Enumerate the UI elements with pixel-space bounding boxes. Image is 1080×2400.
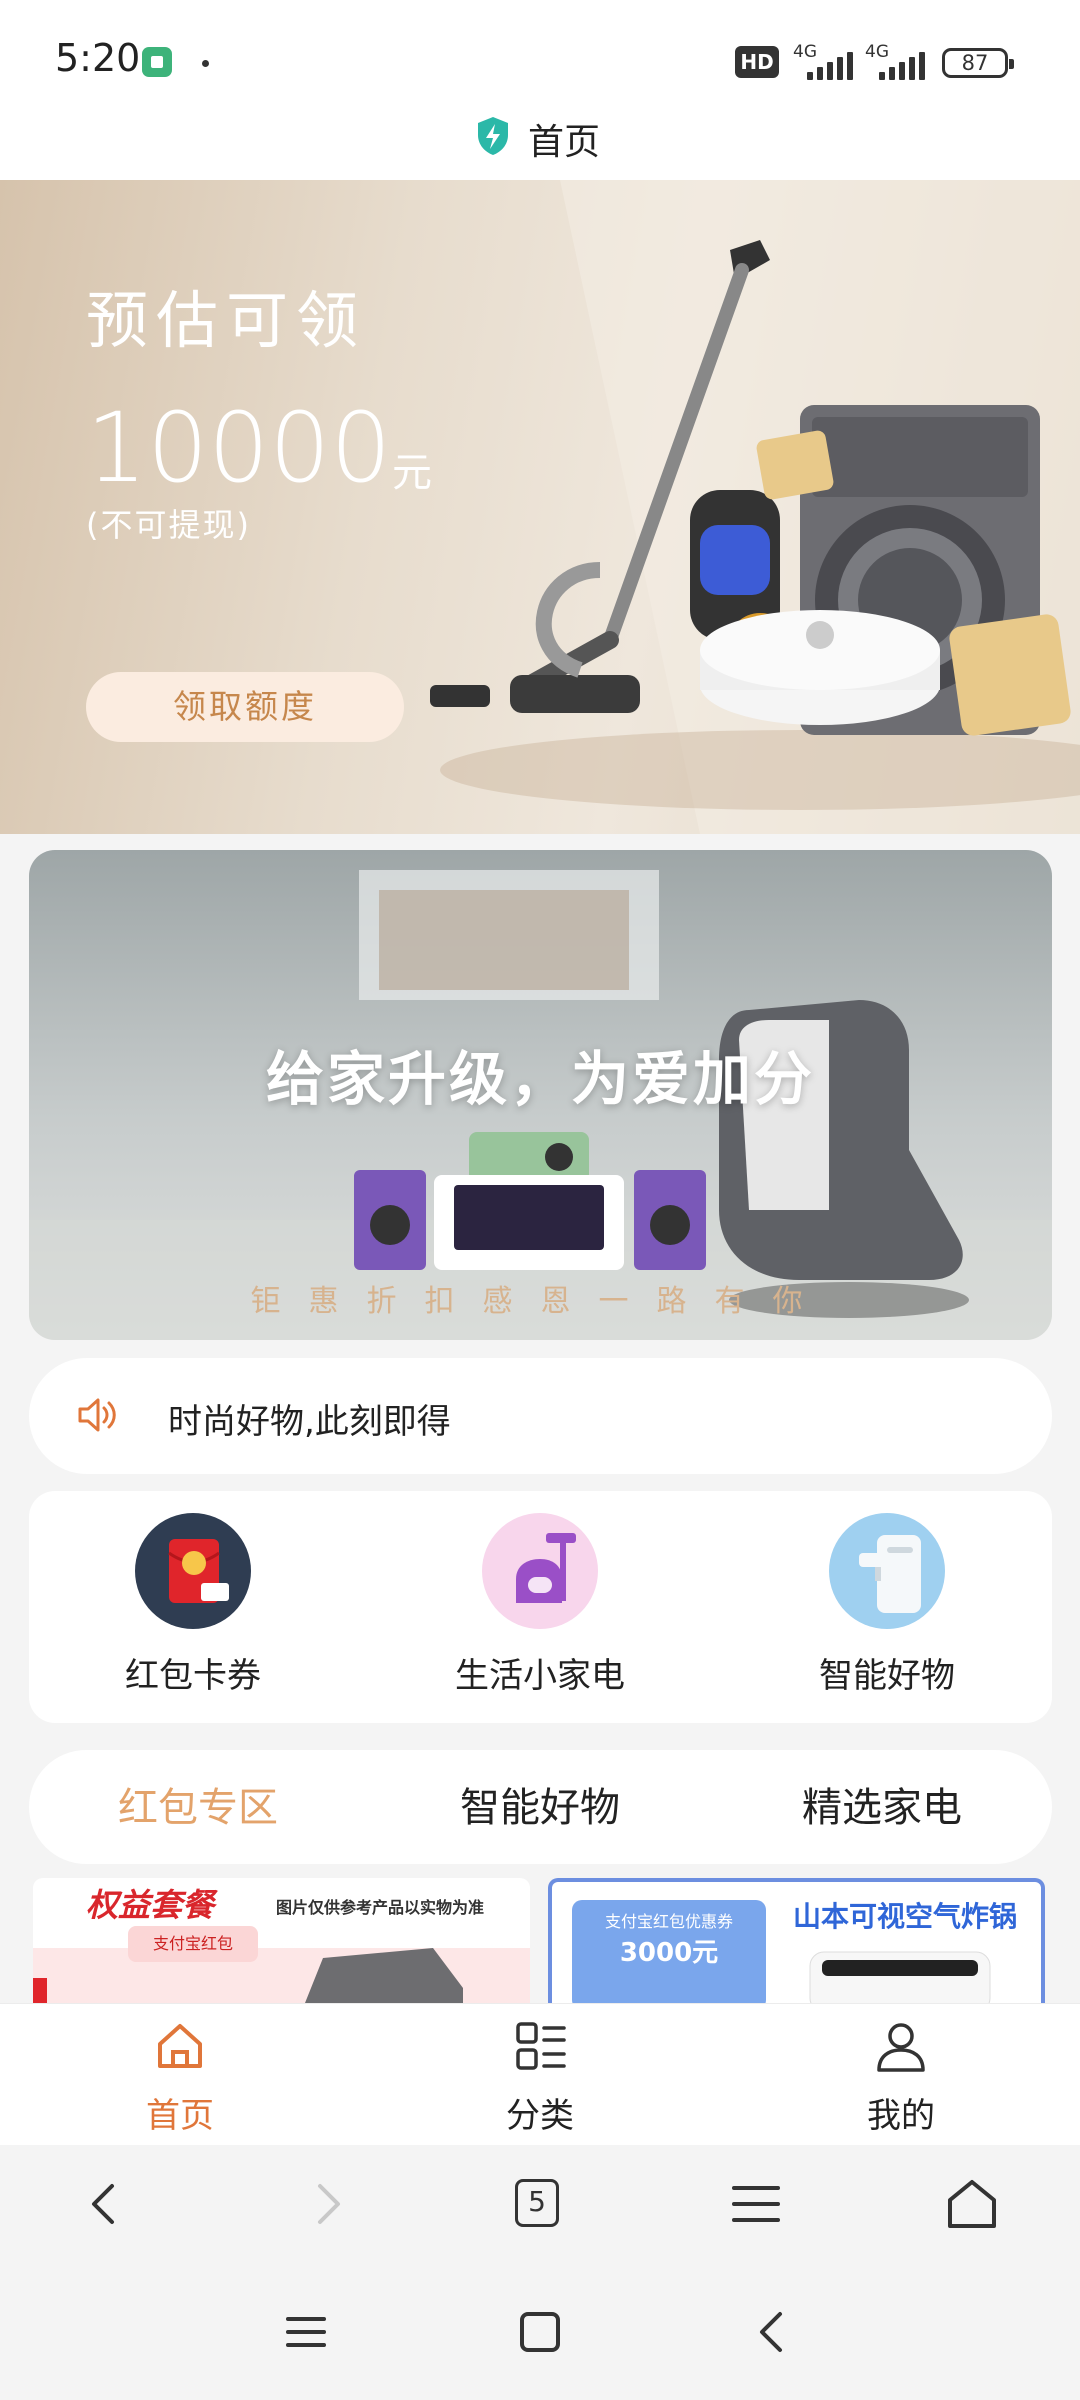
category-label-smart-goods[interactable]: 智能好物 bbox=[767, 1648, 1007, 1697]
hero-note: (不可提现) bbox=[86, 506, 251, 544]
notification-dot-icon bbox=[202, 60, 209, 67]
nav-label-home[interactable]: 首页 bbox=[100, 2088, 260, 2137]
shield-bolt-icon bbox=[478, 117, 508, 155]
red-envelope-icon[interactable] bbox=[135, 1513, 251, 1629]
recents-icon[interactable] bbox=[280, 2306, 332, 2358]
nav-label-category[interactable]: 分类 bbox=[460, 2088, 620, 2137]
hero-headline: 预估可领 bbox=[86, 284, 367, 357]
nav-label-mine[interactable]: 我的 bbox=[821, 2088, 981, 2137]
system-home-icon[interactable] bbox=[514, 2306, 566, 2358]
page-title: 首页 bbox=[528, 122, 601, 163]
system-back-icon[interactable] bbox=[748, 2306, 800, 2358]
vacuum-icon[interactable] bbox=[482, 1513, 598, 1629]
hero-amount: 10000 bbox=[86, 392, 392, 504]
water-dispenser-icon[interactable] bbox=[829, 1513, 945, 1629]
menu-icon[interactable] bbox=[728, 2176, 784, 2232]
signal-2-label: 4G bbox=[865, 42, 889, 62]
tab-red-envelope-zone[interactable]: 红包专区 bbox=[48, 1775, 348, 1833]
category-grid-icon[interactable] bbox=[512, 2018, 568, 2074]
promo-subline: 钜惠折扣感恩一路有你 bbox=[250, 1284, 831, 1319]
back-icon[interactable] bbox=[78, 2176, 134, 2232]
hero-unit: 元 bbox=[392, 450, 432, 496]
signal-icon-1: 4G bbox=[793, 42, 863, 80]
home-icon[interactable] bbox=[152, 2018, 208, 2074]
category-label-small-appliances[interactable]: 生活小家电 bbox=[420, 1648, 660, 1697]
product-1-title: 权益套餐 bbox=[86, 1886, 215, 1924]
promo-slogan: 给家升级，为爱加分 bbox=[265, 1045, 815, 1113]
product-2-title: 山本可视空气炸锅 bbox=[793, 1900, 1018, 1933]
status-time: 5:20 bbox=[55, 36, 141, 80]
product-2-coupon-amount: 3000元 bbox=[619, 1938, 719, 1968]
hd-voice-icon: HD bbox=[735, 46, 779, 78]
person-icon[interactable] bbox=[873, 2018, 929, 2074]
tab-smart-goods[interactable]: 智能好物 bbox=[390, 1775, 690, 1833]
product-1-pill: 支付宝红包 bbox=[128, 1926, 258, 1962]
product-1-note: 图片仅供参考产品以实物为准 bbox=[276, 1898, 485, 1917]
tabs-count-icon[interactable]: 5 bbox=[512, 2176, 568, 2232]
speaker-icon bbox=[78, 1398, 116, 1432]
forward-icon[interactable] bbox=[298, 2176, 354, 2232]
product-2-coupon-label: 支付宝红包优惠券 bbox=[604, 1912, 733, 1931]
browser-home-icon[interactable] bbox=[944, 2176, 1000, 2232]
battery-icon: 87 bbox=[942, 48, 1014, 78]
tab-selected-appliances[interactable]: 精选家电 bbox=[732, 1775, 1032, 1833]
category-label-coupons[interactable]: 红包卡券 bbox=[73, 1648, 313, 1697]
signal-1-label: 4G bbox=[793, 42, 817, 62]
product-2-coupon: 支付宝红包优惠券 3000元 bbox=[572, 1900, 766, 2010]
notice-text: 时尚好物,此刻即得 bbox=[168, 1402, 451, 1442]
claim-quota-button[interactable]: 领取额度 bbox=[86, 672, 404, 742]
app-notification-icon bbox=[142, 47, 172, 77]
signal-icon-2: 4G bbox=[865, 42, 935, 80]
tab-count: 5 bbox=[515, 2179, 559, 2227]
